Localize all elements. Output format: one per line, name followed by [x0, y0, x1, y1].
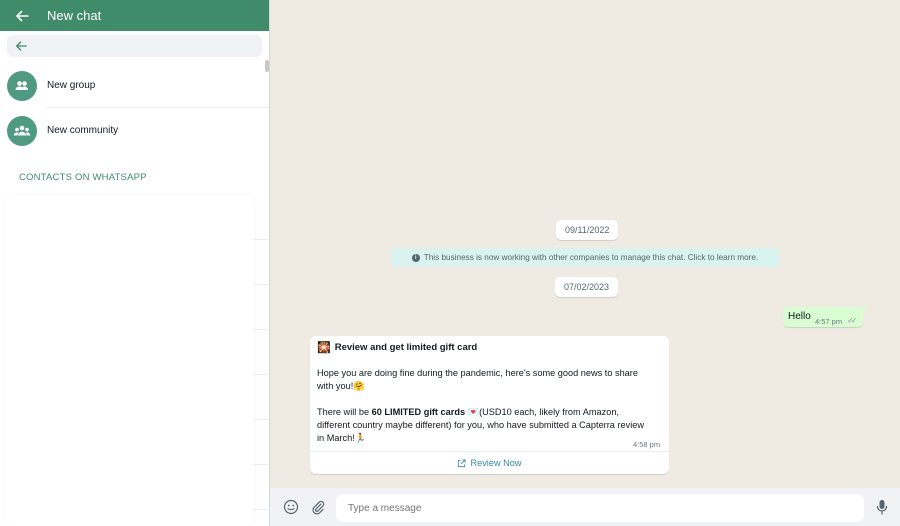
sparkler-icon: 🎇	[317, 342, 331, 354]
double-check-icon: ✓✓	[847, 316, 858, 325]
search-input[interactable]	[47, 39, 247, 53]
incoming-message[interactable]: 🎇 Review and get limited gift card Hope …	[310, 336, 669, 474]
review-now-label: Review Now	[470, 458, 522, 468]
new-group-item[interactable]: New group	[0, 63, 269, 108]
new-community-label: New community	[47, 125, 119, 136]
message-time: 4:57 pm	[815, 317, 843, 326]
review-now-button[interactable]: Review Now	[310, 453, 669, 473]
search-back-icon[interactable]	[15, 39, 29, 53]
chat-pane: 09/11/2022 i This business is now workin…	[270, 0, 900, 526]
back-arrow-icon[interactable]	[13, 7, 31, 25]
new-chat-header: New chat	[0, 0, 269, 31]
new-chat-panel: New chat New group New community CONTACT…	[0, 0, 270, 526]
group-icon	[7, 70, 37, 101]
message-input[interactable]	[336, 494, 864, 522]
search-box[interactable]	[7, 35, 262, 57]
panel-title: New chat	[47, 8, 102, 23]
date-separator: 07/02/2023	[555, 277, 619, 297]
paperclip-icon[interactable]	[310, 499, 326, 515]
emoji-icon[interactable]	[283, 499, 299, 515]
message-paragraph: Hope you are doing fine during the pande…	[317, 368, 638, 391]
message-title-text: Review and get limited gift card	[334, 342, 478, 353]
message-composer	[270, 488, 900, 526]
system-message-text: This business is now working with other …	[423, 253, 759, 262]
divider	[310, 451, 669, 452]
message-paragraph: There will be 60 LIMITED gift cards 💌(US…	[317, 406, 647, 445]
search-row	[0, 31, 269, 63]
info-icon: i	[411, 253, 420, 262]
new-group-label: New group	[47, 80, 96, 91]
external-link-icon	[458, 458, 467, 467]
text-segment: There will be	[317, 407, 372, 417]
scrollbar[interactable]	[265, 60, 269, 72]
redacted-contacts-overlay	[6, 195, 254, 526]
community-icon	[7, 115, 37, 146]
contacts-list	[0, 195, 268, 526]
microphone-icon[interactable]	[875, 499, 889, 515]
contacts-section-title: CONTACTS ON WHATSAPP	[19, 171, 147, 183]
message-time: 4:58 pm	[633, 440, 661, 449]
message-text: Hello	[788, 311, 811, 322]
new-community-item[interactable]: New community	[0, 108, 269, 153]
outgoing-message[interactable]: Hello 4:57 pm ✓✓	[783, 307, 863, 327]
system-message[interactable]: i This business is now working with othe…	[391, 248, 779, 267]
bubble-tail	[862, 307, 869, 314]
text-bold: 60 LIMITED gift cards	[371, 407, 466, 417]
message-title: 🎇 Review and get limited gift card	[317, 341, 477, 354]
date-separator: 09/11/2022	[556, 220, 619, 240]
